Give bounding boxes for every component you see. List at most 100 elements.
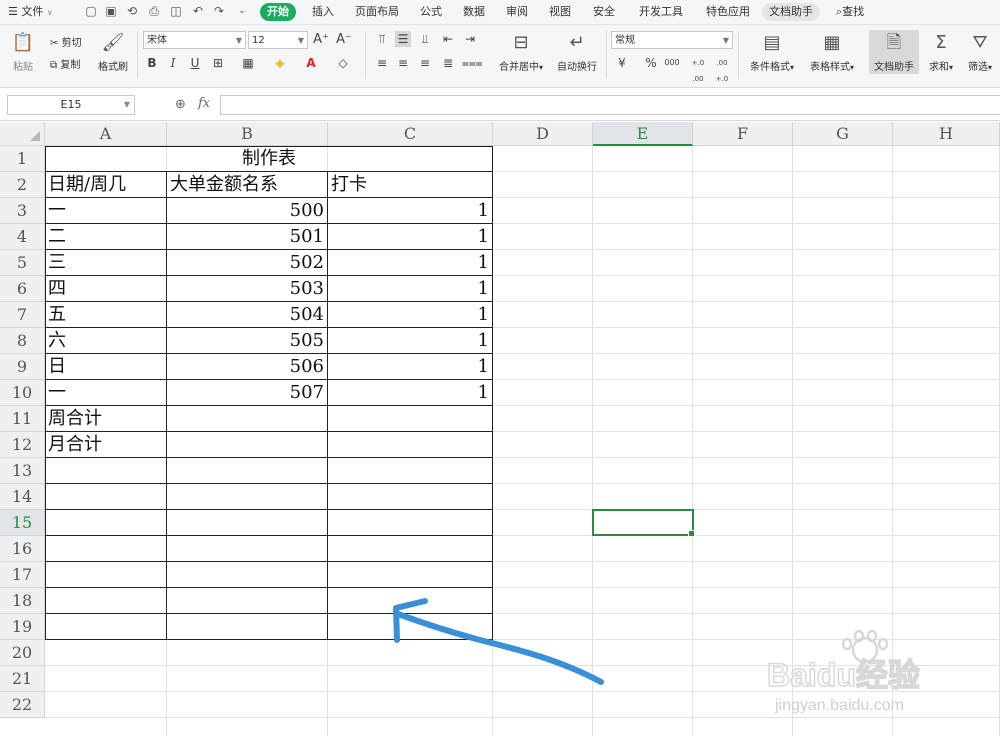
justify-icon[interactable]: ≣ [440, 55, 456, 71]
checkin-cell[interactable]: 1 [328, 250, 493, 276]
tab-review[interactable]: 审阅 [506, 4, 528, 20]
column-header-b[interactable]: B [167, 122, 328, 146]
merge-cells-icon[interactable]: ▦ [240, 55, 256, 71]
indent-decrease-icon[interactable]: ⇤ [440, 31, 456, 47]
sheet-title-cell[interactable]: 制作表 [45, 146, 493, 172]
print-preview-icon[interactable]: ◫ [169, 4, 183, 18]
tab-view[interactable]: 视图 [549, 4, 571, 20]
row-header-1[interactable]: 1 [0, 146, 45, 172]
checkin-cell[interactable]: 1 [328, 198, 493, 224]
undo-icon[interactable]: ↶ [191, 4, 205, 18]
formula-input[interactable] [220, 95, 1000, 115]
column-header-a[interactable]: A [45, 122, 167, 146]
file-menu[interactable]: ☰ 文件 ∨ [8, 4, 53, 20]
day-cell[interactable]: 一 [45, 380, 167, 406]
amount-cell[interactable]: 507 [167, 380, 328, 406]
header-cell[interactable]: 打卡 [328, 172, 493, 198]
currency-icon[interactable]: ¥ [614, 55, 630, 71]
amount-cell[interactable]: 500 [167, 198, 328, 224]
day-cell[interactable]: 四 [45, 276, 167, 302]
tab-formulas[interactable]: 公式 [420, 4, 442, 20]
amount-cell[interactable]: 504 [167, 302, 328, 328]
align-right-icon[interactable]: ≡ [417, 55, 433, 71]
eraser-icon[interactable]: ◇ [335, 55, 351, 71]
row-header-4[interactable]: 4 [0, 224, 45, 250]
border-icon[interactable]: ⊞ [210, 55, 226, 71]
align-center-icon[interactable]: ≡ [395, 55, 411, 71]
checkin-cell[interactable]: 1 [328, 380, 493, 406]
header-cell[interactable]: 日期/周几 [45, 172, 167, 198]
tab-features[interactable]: 特色应用 [706, 4, 750, 20]
search-command[interactable]: ⌕查找 [836, 4, 864, 20]
amount-cell[interactable]: 502 [167, 250, 328, 276]
selected-cell-indicator[interactable] [592, 509, 695, 537]
amount-cell[interactable]: 506 [167, 354, 328, 380]
week-total-cell[interactable]: 周合计 [45, 406, 167, 432]
align-bottom-icon[interactable]: ⫫ [417, 31, 433, 47]
row-header-10[interactable]: 10 [0, 380, 45, 406]
fx-icon[interactable]: fx [198, 96, 210, 111]
percent-button[interactable]: % [643, 55, 659, 71]
tab-data[interactable]: 数据 [463, 4, 485, 20]
row-header-16[interactable]: 16 [0, 536, 45, 562]
sum-button[interactable]: Σ 求和▾ [926, 32, 956, 73]
row-header-22[interactable]: 22 [0, 692, 45, 718]
fill-handle[interactable] [688, 530, 695, 537]
thousands-separator-button[interactable]: 000 [664, 55, 680, 71]
row-header-8[interactable]: 8 [0, 328, 45, 354]
select-all-corner[interactable] [0, 122, 45, 146]
fill-color-icon[interactable]: ◈ [272, 55, 288, 71]
align-middle-icon[interactable]: ☰ [395, 31, 411, 47]
row-header-14[interactable]: 14 [0, 484, 45, 510]
column-header-e[interactable]: E [593, 122, 693, 146]
name-box[interactable]: E15 ▼ [7, 95, 135, 115]
italic-button[interactable]: I [165, 55, 181, 71]
month-total-cell[interactable]: 月合计 [45, 432, 167, 458]
amount-cell[interactable]: 505 [167, 328, 328, 354]
zoom-icon[interactable]: ⊕ [175, 97, 186, 112]
font-color-icon[interactable]: A [303, 55, 319, 71]
row-header-12[interactable]: 12 [0, 432, 45, 458]
filter-button[interactable]: ⛛ 筛选▾ [964, 32, 996, 73]
amount-cell[interactable]: 503 [167, 276, 328, 302]
tab-insert[interactable]: 插入 [312, 4, 334, 20]
day-cell[interactable]: 二 [45, 224, 167, 250]
header-cell[interactable]: 大单金额名系 [167, 172, 328, 198]
row-header-7[interactable]: 7 [0, 302, 45, 328]
tab-doc-helper[interactable]: 文档助手 [762, 3, 820, 21]
row-header-19[interactable]: 19 [0, 614, 45, 640]
checkin-cell[interactable]: 1 [328, 328, 493, 354]
export-icon[interactable]: ⟲ [125, 4, 139, 18]
redo-icon[interactable]: ↷ [212, 4, 226, 18]
font-size-select[interactable]: 12 ▼ [248, 31, 308, 49]
align-top-icon[interactable]: ⫪ [374, 31, 390, 47]
checkin-cell[interactable]: 1 [328, 224, 493, 250]
row-header-20[interactable]: 20 [0, 640, 45, 666]
day-cell[interactable]: 一 [45, 198, 167, 224]
day-cell[interactable]: 日 [45, 354, 167, 380]
column-header-h[interactable]: H [893, 122, 1000, 146]
wrap-text-button[interactable]: ↵ 自动换行 [553, 32, 601, 73]
copy-button[interactable]: ⧉ 复制 [50, 56, 80, 71]
align-left-icon[interactable]: ≡ [374, 55, 390, 71]
checkin-cell[interactable]: 1 [328, 354, 493, 380]
tab-page-layout[interactable]: 页面布局 [355, 4, 399, 20]
number-format-select[interactable]: 常规 ▼ [611, 31, 733, 49]
tab-security[interactable]: 安全 [593, 4, 615, 20]
tab-developer[interactable]: 开发工具 [639, 4, 683, 20]
row-header-15[interactable]: 15 [0, 510, 45, 536]
checkin-cell[interactable]: 1 [328, 302, 493, 328]
distributed-icon[interactable]: ⩶ [462, 55, 483, 71]
row-header-13[interactable]: 13 [0, 458, 45, 484]
increase-font-icon[interactable]: A⁺ [313, 32, 329, 48]
column-header-c[interactable]: C [328, 122, 493, 146]
row-header-6[interactable]: 6 [0, 276, 45, 302]
conditional-format-button[interactable]: ▤ 条件格式▾ [744, 32, 800, 73]
row-header-9[interactable]: 9 [0, 354, 45, 380]
customize-icon[interactable]: ⌄ [235, 4, 249, 18]
paste-button[interactable]: 📋 粘贴 [8, 32, 38, 73]
new-doc-icon[interactable]: ▢ [84, 4, 98, 18]
table-style-button[interactable]: ▦ 表格样式▾ [804, 32, 860, 73]
row-header-11[interactable]: 11 [0, 406, 45, 432]
day-cell[interactable]: 三 [45, 250, 167, 276]
